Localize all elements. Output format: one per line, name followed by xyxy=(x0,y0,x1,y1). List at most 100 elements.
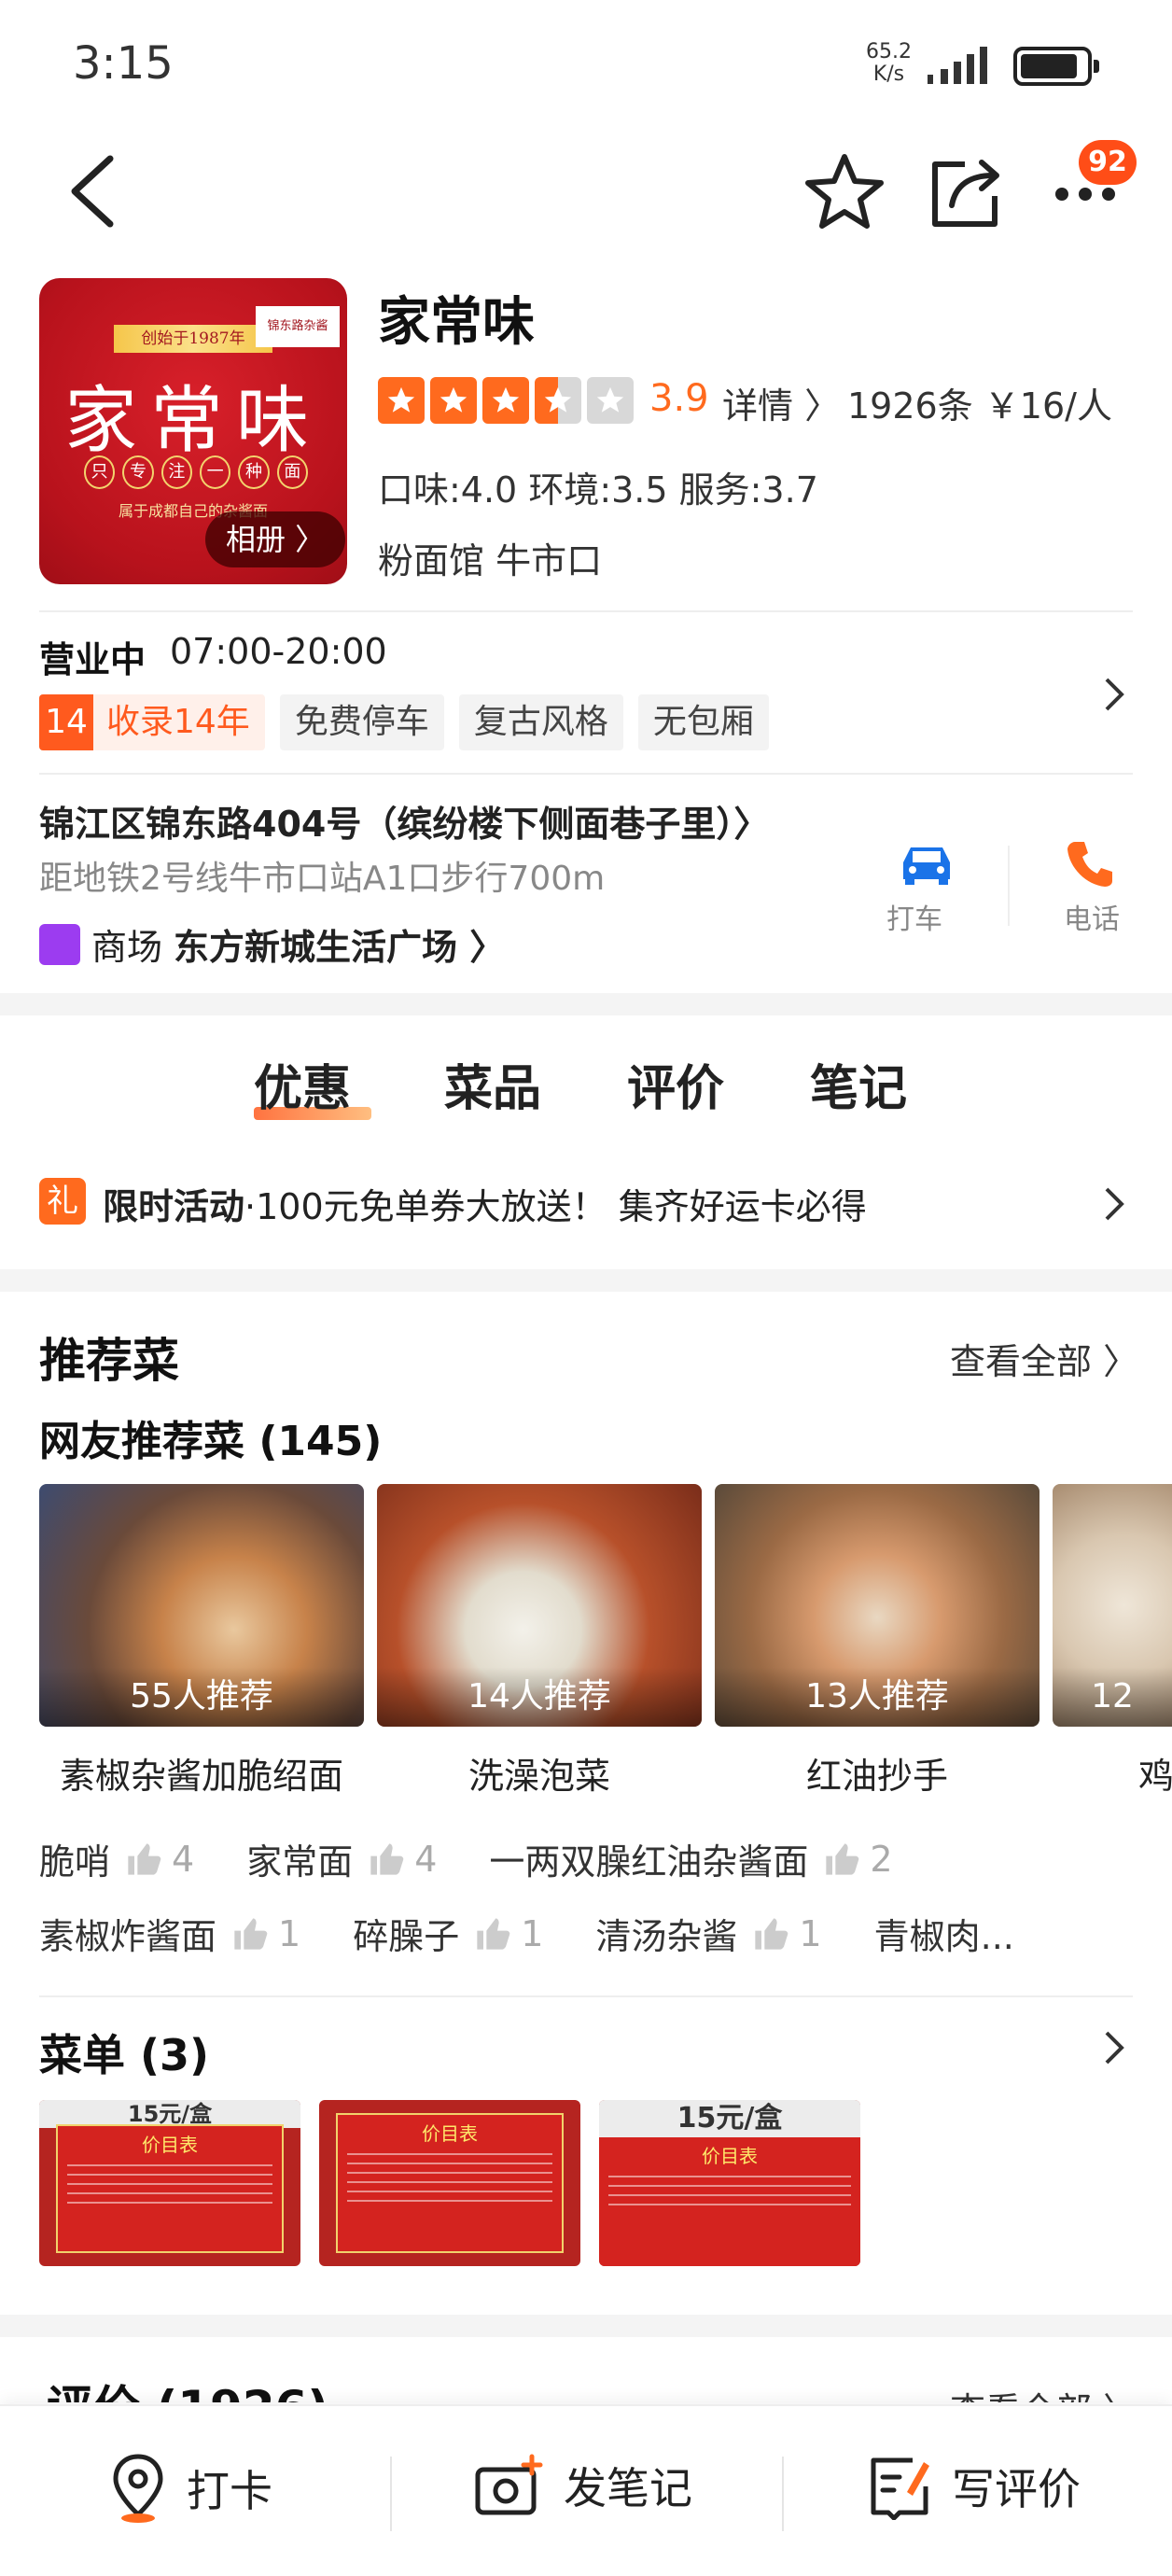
tag-years: 14 收录14年 xyxy=(39,694,265,750)
separator xyxy=(1008,846,1010,926)
share-icon[interactable] xyxy=(924,149,1008,233)
dish-card[interactable]: 55人推荐 xyxy=(39,1484,364,1727)
thumbs-up-icon xyxy=(477,1917,510,1950)
chip-count: 2 xyxy=(870,1838,893,1880)
chevron-right-icon[interactable] xyxy=(1101,1183,1129,1225)
signal-icon xyxy=(928,47,987,84)
logo-main-text: 家常味 xyxy=(63,379,322,463)
logo-slogan-char: 种 xyxy=(238,455,270,489)
menu-image[interactable]: 价目表 xyxy=(319,2100,580,2266)
phone-icon[interactable] xyxy=(1064,836,1116,889)
tab-dishes[interactable]: 菜品 xyxy=(444,1049,541,1119)
section-gap xyxy=(0,993,1172,1015)
chip-name: 青椒肉... xyxy=(873,1916,1014,1957)
tag-label: 收录14年 xyxy=(106,703,250,741)
dish-chip[interactable]: 素椒炸酱面 1 xyxy=(39,1908,300,1959)
dish-chip[interactable]: 青椒肉... xyxy=(874,1908,1014,1959)
logo-slogan-char: 专 xyxy=(122,455,154,489)
checkin-label: 打卡 xyxy=(187,2466,272,2516)
write-review-button[interactable]: 写评价 xyxy=(866,2453,1081,2520)
dish-chip[interactable]: 清汤杂酱 1 xyxy=(595,1908,821,1959)
recommend-subtitle: 网友推荐菜 (145) xyxy=(39,1418,383,1465)
shop-logo[interactable]: 创始于1987年 锦东路杂酱 家常味 只 专 注 一 种 面 属于成都自己的杂酱… xyxy=(39,278,347,584)
menu-title: 菜单 (3) xyxy=(39,2030,210,2080)
dish-name: 洗澡泡菜 xyxy=(467,1756,610,1797)
shop-name: 家常味 xyxy=(378,292,535,353)
section-gap xyxy=(0,1269,1172,1292)
chip-name: 脆哨 xyxy=(39,1841,111,1883)
tag-no-private-room: 无包厢 xyxy=(637,694,769,750)
separator xyxy=(390,2457,392,2531)
mall-link[interactable]: 商场 东方新城生活广场 〉 xyxy=(39,918,505,970)
battery-icon xyxy=(1013,47,1099,86)
network-speed-value: 65.2 xyxy=(866,40,912,63)
promo-banner[interactable]: 限时活动·100元免单券大放送！ 集齐好运卡必得 xyxy=(103,1178,867,1229)
menu-image[interactable]: 15元/盒 价目表 xyxy=(39,2100,300,2266)
tag-parking: 免费停车 xyxy=(279,694,444,750)
shop-tags[interactable]: 14 收录14年 免费停车 复古风格 无包厢 xyxy=(39,694,769,750)
dish-name: 素椒杂酱加脆绍面 xyxy=(59,1756,343,1797)
dish-card[interactable]: 13人推荐 xyxy=(715,1484,1039,1727)
reviews-see-all[interactable]: 查看全部 〉 xyxy=(950,2382,1138,2402)
subway-distance: 距地铁2号线牛市口站A1口步行700m xyxy=(39,860,606,898)
tab-reviews[interactable]: 评价 xyxy=(627,1049,724,1119)
dish-name: 鸡 xyxy=(1138,1756,1172,1797)
divider xyxy=(39,610,1133,612)
chip-name: 碎臊子 xyxy=(353,1916,460,1957)
business-status: 营业中 xyxy=(39,639,146,680)
category-area: 粉面馆 牛市口 xyxy=(378,540,603,581)
dish-chip[interactable]: 碎臊子 1 xyxy=(353,1908,543,1959)
chip-count: 4 xyxy=(414,1838,438,1880)
promo-bold: 限时活动 xyxy=(103,1186,245,1227)
logo-slogan: 只 专 注 一 种 面 xyxy=(84,455,308,489)
menu-price-top: 15元/盒 xyxy=(599,2100,860,2137)
chip-name: 一两双臊红油杂酱面 xyxy=(489,1841,809,1883)
dish-chip[interactable]: 家常面 4 xyxy=(246,1833,437,1884)
thumbs-up-icon xyxy=(234,1917,268,1950)
taxi-icon[interactable] xyxy=(894,840,959,887)
section-gap xyxy=(0,2315,1172,2337)
see-all-link[interactable]: 查看全部 〉 xyxy=(950,1333,1138,1384)
back-icon[interactable] xyxy=(54,149,138,233)
album-button[interactable]: 相册 〉 xyxy=(205,511,346,567)
favorite-star-icon[interactable] xyxy=(802,149,886,233)
checkin-button[interactable]: 打卡 xyxy=(108,2453,272,2524)
logo-slogan-char: 面 xyxy=(276,455,308,489)
chevron-right-icon[interactable] xyxy=(1101,2027,1129,2068)
divider xyxy=(39,773,1133,775)
dish-recommend-count: 14人推荐 xyxy=(377,1667,702,1727)
status-time: 3:15 xyxy=(73,37,174,90)
dish-chip[interactable]: 一两双臊红油杂酱面 2 xyxy=(489,1833,892,1884)
menu-board: 价目表 xyxy=(56,2124,284,2253)
rating-detail-link[interactable]: 详情 〉 xyxy=(722,377,840,428)
star-empty-icon xyxy=(587,377,634,424)
chip-name: 清汤杂酱 xyxy=(595,1916,738,1957)
dish-card[interactable]: 14人推荐 xyxy=(377,1484,702,1727)
promo-text: ·100元免单券大放送！ 集齐好运卡必得 xyxy=(244,1186,867,1227)
chip-count: 1 xyxy=(799,1912,822,1954)
tab-deals[interactable]: 优惠 xyxy=(254,1049,351,1119)
dish-chip[interactable]: 脆哨 4 xyxy=(39,1833,194,1884)
chevron-right-icon[interactable] xyxy=(1101,674,1129,715)
thumbs-up-icon xyxy=(370,1842,404,1875)
divider xyxy=(39,1995,1133,1997)
phone-label[interactable]: 电话 xyxy=(1064,896,1120,937)
star-half-icon xyxy=(535,377,581,424)
chip-count: 4 xyxy=(172,1838,195,1880)
taxi-label[interactable]: 打车 xyxy=(886,896,942,937)
logo-brand: 锦东路杂酱 xyxy=(256,306,340,347)
dish-recommend-count: 13人推荐 xyxy=(715,1667,1039,1727)
sub-scores: 口味:4.0 环境:3.5 服务:3.7 xyxy=(378,469,818,511)
menu-board-title: 价目表 xyxy=(702,2145,758,2167)
chip-name: 家常面 xyxy=(246,1841,354,1883)
logo-slogan-char: 注 xyxy=(160,455,192,489)
menu-image[interactable]: 15元/盒 价目表 xyxy=(599,2100,860,2266)
post-note-button[interactable]: 发笔记 xyxy=(474,2453,692,2518)
edit-review-icon xyxy=(871,2457,929,2520)
network-speed-unit: K/s xyxy=(872,63,905,86)
tag-style: 复古风格 xyxy=(458,694,623,750)
dish-card[interactable]: 12 xyxy=(1053,1484,1172,1727)
separator xyxy=(782,2457,784,2531)
address[interactable]: 锦江区锦东路404号（缤纷楼下侧面巷子里）〉 xyxy=(39,795,769,847)
tab-notes[interactable]: 笔记 xyxy=(810,1049,907,1119)
